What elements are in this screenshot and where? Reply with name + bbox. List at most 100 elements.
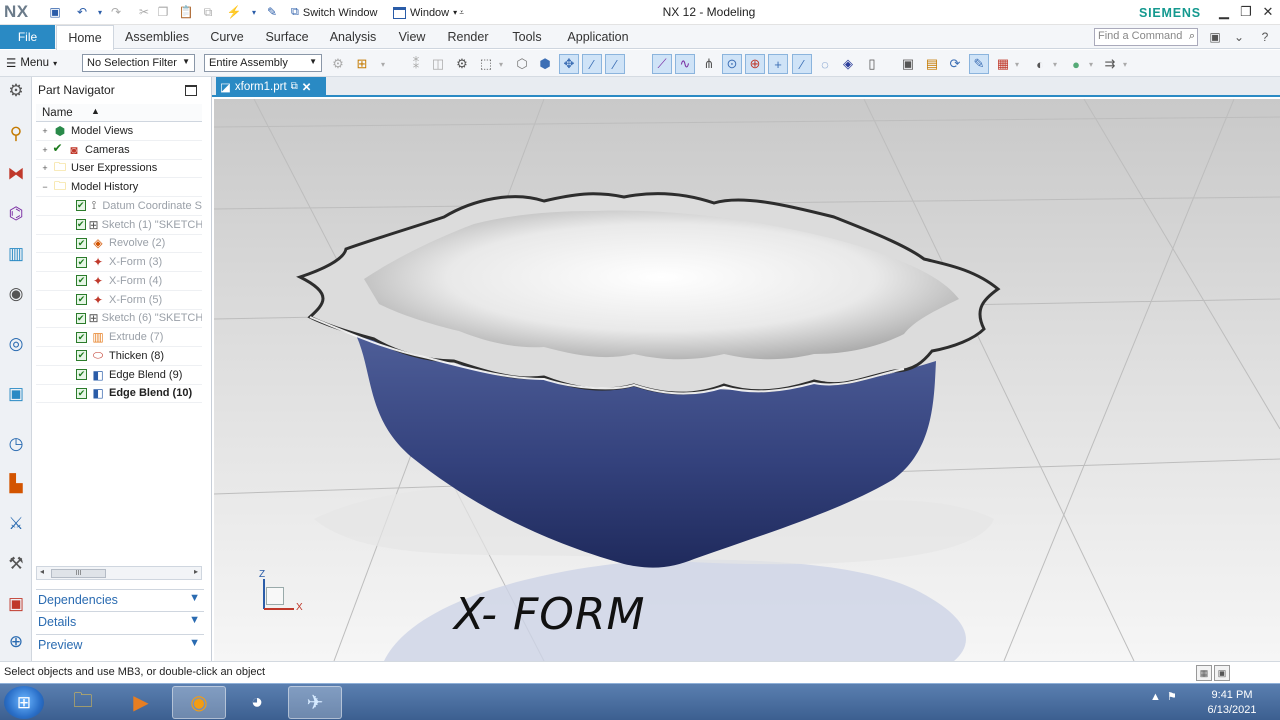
face-select-icon[interactable]: ⬡ [512,54,532,74]
view-manager-icon[interactable]: ◉ [4,282,28,306]
chevron-down-icon[interactable]: ▾ [1086,54,1096,74]
control-point-icon[interactable]: ⟋ [652,54,672,74]
collapse-icon[interactable]: − [40,182,50,192]
background-icon[interactable]: ● [1066,54,1086,74]
visibility-checkbox[interactable]: ✔ [76,331,87,343]
chevron-down-icon[interactable]: ▾ [1012,54,1022,74]
tree-row[interactable]: ✔ ⊞ Sketch (6) "SKETCH [36,310,202,329]
tree-row[interactable]: ✔ ⬭ Thicken (8) [36,347,202,366]
repeat-command-icon[interactable]: ⚡ [226,4,242,20]
select-features-icon[interactable]: ⁑ [406,54,426,74]
system-scenes-icon[interactable]: ⊕ [4,630,28,654]
tree-row[interactable]: ✔ ◧ Edge Blend (10) [36,385,202,404]
view-triad[interactable]: Z X [254,567,314,617]
visibility-checkbox[interactable]: ✔ [52,142,63,155]
tree-row[interactable]: − 🗀 Model History [36,178,202,197]
close-button[interactable]: ✕ [1258,3,1278,21]
tree-row[interactable]: ✔ ⊞ Sketch (1) "SKETCH [36,216,202,235]
visibility-checkbox[interactable]: ✔ [76,200,86,212]
command-finder-input[interactable]: Find a Command ⌕ [1094,28,1198,46]
preview-panel[interactable]: Preview ▼ [36,634,204,655]
restore-button[interactable]: ❐ [1236,3,1256,21]
tree-row[interactable]: + 🗀 User Expressions [36,160,202,179]
scroll-thumb[interactable]: III [51,569,106,578]
minimize-button[interactable]: ▁ [1214,3,1234,21]
show-snap-icon[interactable]: ▯ [862,54,882,74]
ribbon-options-icon[interactable]: ▣ [1206,28,1224,46]
tab-curve[interactable]: Curve [204,25,250,49]
curve-point-icon[interactable]: ∿ [675,54,695,74]
layer-settings-icon[interactable]: ⇉ [1100,54,1120,74]
point-on-curve-icon[interactable]: ∕ [792,54,812,74]
chevron-down-icon[interactable]: ▾ [378,54,388,74]
visibility-checkbox[interactable]: ✔ [76,219,86,231]
intersection-icon[interactable]: ⋔ [699,54,719,74]
details-panel[interactable]: Details ▼ [36,611,204,632]
select-body-icon[interactable]: ◫ [428,54,448,74]
mid-point-icon[interactable]: ∕ [605,54,625,74]
visibility-checkbox[interactable]: ✔ [76,294,87,306]
expand-icon[interactable]: + [40,126,50,136]
show-hidden-icons-icon[interactable]: ▲ ⚑ [1150,690,1177,703]
media-player-icon[interactable]: ▶ [114,686,168,719]
arc-center-icon[interactable]: ⊙ [722,54,742,74]
visibility-checkbox[interactable]: ✔ [76,256,87,268]
system-clock[interactable]: 9:41 PM 6/13/2021 [1196,688,1268,718]
detach-icon[interactable]: ⧉ [291,81,298,92]
expand-icon[interactable]: + [40,163,50,173]
constraint-navigator-icon[interactable]: ⧓ [4,162,28,186]
select-components-icon[interactable]: ⚙ [452,54,472,74]
undo-dropdown-icon[interactable]: ▾ [92,4,108,20]
name-column-header[interactable]: Name ▲ [36,104,202,122]
reuse-library-icon[interactable]: ▥ [4,242,28,266]
process-studio-icon[interactable]: ⚔ [4,512,28,536]
cut-icon[interactable]: ✂ [136,4,152,20]
horizontal-scrollbar[interactable]: ◂ III ▸ [36,566,202,580]
assembly-scope-select[interactable]: Entire Assembly ▼ [204,54,322,72]
orient-view-icon[interactable]: ▦ [993,54,1013,74]
chevron-down-icon[interactable]: ▾ [496,54,506,74]
touch-mode-icon[interactable]: ✎ [264,4,280,20]
tree-row[interactable]: + ⬢ Model Views [36,122,202,141]
assembly-navigator-icon[interactable]: ⚲ [4,122,28,146]
quadrant-icon[interactable]: ⊕ [745,54,765,74]
tree-row[interactable]: ✔ ✦ X-Form (4) [36,272,202,291]
visibility-checkbox[interactable]: ✔ [76,350,87,362]
clock-icon[interactable]: ◷ [4,432,28,456]
visibility-checkbox[interactable]: ✔ [76,387,87,399]
roles-icon[interactable]: ▣ [4,592,28,616]
nx-taskbar-icon[interactable]: ✈ [288,686,342,719]
menu-button[interactable]: ☰ Menu ▾ [6,53,57,73]
render-style-icon[interactable]: ◐ [1030,54,1050,74]
body-select-icon[interactable]: ⬢ [535,54,555,74]
maximize-panel-icon[interactable] [185,85,197,96]
general-selection-icon[interactable]: ⚙ [328,54,348,74]
tab-render[interactable]: Render [442,25,494,49]
tree-row[interactable]: + ✔ ◙ Cameras [36,141,202,160]
end-point-icon[interactable]: ∕ [582,54,602,74]
full-screen-icon[interactable]: ▣ [1214,665,1230,681]
status-toggle-icon[interactable]: ▦ [1196,665,1212,681]
dependencies-panel[interactable]: Dependencies ▼ [36,589,204,610]
point-on-surface-icon[interactable]: ◌ [815,54,835,74]
scroll-left-icon[interactable]: ◂ [40,567,44,576]
tab-surface[interactable]: Surface [260,25,314,49]
manufacturing-wizards-icon[interactable]: ⚒ [4,552,28,576]
zoom-icon[interactable]: ▤ [922,54,942,74]
gear-icon[interactable]: ⚙ [4,79,28,103]
bounded-grid-icon[interactable]: ◈ [838,54,858,74]
tree-row[interactable]: ✔ ✦ X-Form (3) [36,253,202,272]
screen-recorder-icon[interactable]: ◉ [172,686,226,719]
file-explorer-icon[interactable]: 🗀 [56,686,110,719]
collapse-ribbon-icon[interactable]: ⌄ [1230,28,1248,46]
snap-point-icon[interactable]: ✥ [559,54,579,74]
tab-application[interactable]: Application [560,25,636,49]
tab-analysis[interactable]: Analysis [324,25,382,49]
graphics-window[interactable]: X- FORM Z X [214,99,1280,661]
tree-row[interactable]: ✔ ⟟ Datum Coordinate S [36,197,202,216]
selection-filter-select[interactable]: No Selection Filter ▼ [82,54,195,72]
save-icon[interactable]: ▣ [47,4,63,20]
tree-row[interactable]: ✔ ◈ Revolve (2) [36,235,202,254]
existing-point-icon[interactable]: + [768,54,788,74]
visibility-checkbox[interactable]: ✔ [76,369,87,381]
